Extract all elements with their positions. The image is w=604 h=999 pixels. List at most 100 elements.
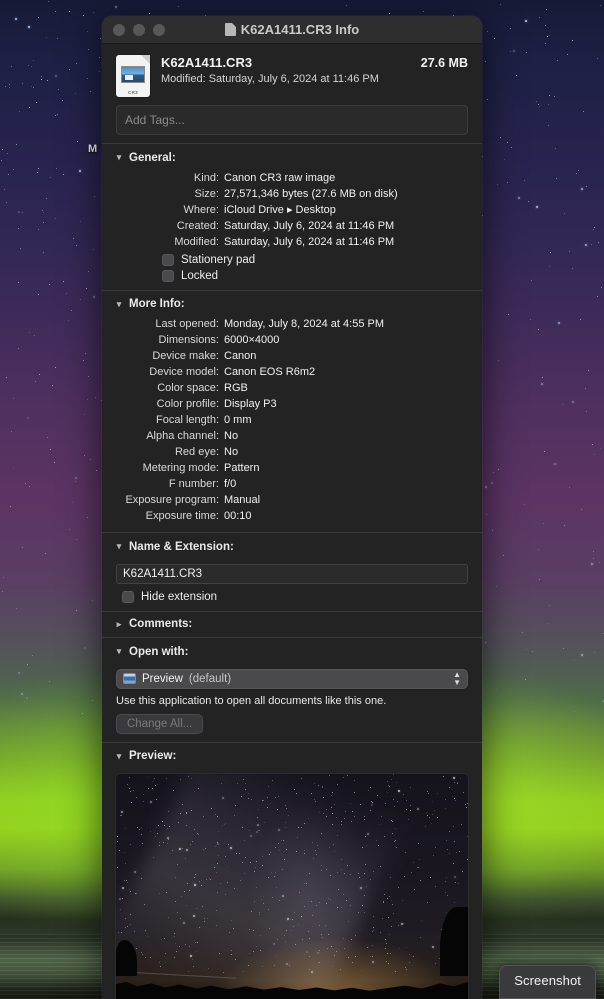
- exposure-program-value: Manual: [224, 494, 261, 506]
- open-with-app-name: Preview: [142, 672, 183, 685]
- table-row: Created: Saturday, July 6, 2024 at 11:46…: [116, 218, 468, 234]
- chevron-down-icon[interactable]: ▾: [114, 152, 124, 163]
- table-row: Metering mode: Pattern: [116, 460, 468, 476]
- chevron-down-icon[interactable]: ▾: [114, 646, 124, 657]
- window-titlebar[interactable]: K62A1411.CR3 Info: [102, 16, 482, 44]
- get-info-window[interactable]: K62A1411.CR3 Info CR3 K62A1411.CR3 27.6 …: [102, 16, 482, 999]
- minimize-button[interactable]: [133, 23, 145, 36]
- traffic-light-buttons[interactable]: [102, 23, 165, 36]
- f-number-label: F number:: [168, 478, 219, 490]
- where-value: iCloud Drive ▸ Desktop: [224, 203, 336, 216]
- file-name-input-value: K62A1411.CR3: [123, 567, 203, 580]
- section-preview-header[interactable]: ▾ Preview:: [102, 748, 482, 764]
- exposure-time-label: Exposure time:: [145, 510, 219, 522]
- size-value: 27,571,346 bytes (27.6 MB on disk): [224, 187, 398, 200]
- device-make-value: Canon: [224, 350, 257, 362]
- table-row: Color space: RGB: [116, 380, 468, 396]
- section-open-with-title: Open with:: [129, 645, 189, 658]
- last-opened-value: Monday, July 8, 2024 at 4:55 PM: [224, 318, 384, 330]
- close-button[interactable]: [113, 23, 125, 36]
- change-all-button[interactable]: Change All...: [116, 713, 204, 734]
- screenshot-button[interactable]: Screenshot: [499, 965, 596, 999]
- modified-row-label: Modified:: [174, 235, 219, 248]
- last-opened-label: Last opened:: [155, 318, 219, 330]
- general-properties-table: Kind: Canon CR3 raw image Size: 27,571,3…: [116, 170, 468, 250]
- chevron-right-icon[interactable]: ▸: [114, 619, 124, 630]
- alpha-channel-label: Alpha channel:: [146, 430, 219, 442]
- dimensions-value: 6000×4000: [224, 334, 280, 346]
- metering-mode-value: Pattern: [224, 462, 260, 474]
- desktop-icon-label[interactable]: M: [88, 143, 97, 155]
- table-row: Color profile: Display P3: [116, 396, 468, 412]
- open-with-select[interactable]: Preview (default) ▲ ▼: [116, 668, 468, 689]
- section-name-extension: ▾ Name & Extension: K62A1411.CR3 Hide ex…: [102, 533, 482, 611]
- section-open-with: ▾ Open with: Preview (default) ▲ ▼ Use th…: [102, 638, 482, 742]
- locked-checkbox-row[interactable]: Locked: [162, 269, 468, 282]
- color-space-value: RGB: [224, 382, 248, 394]
- section-open-with-header[interactable]: ▾ Open with:: [102, 644, 482, 660]
- where-label: Where:: [183, 203, 219, 216]
- table-row: Last opened: Monday, July 8, 2024 at 4:55…: [116, 316, 468, 332]
- chevron-down-icon[interactable]: ▾: [114, 541, 124, 552]
- modified-row-value: Saturday, July 6, 2024 at 11:46 PM: [224, 235, 395, 248]
- section-name-extension-header[interactable]: ▾ Name & Extension:: [102, 539, 482, 555]
- file-size-value: 27.6 MB: [420, 56, 468, 70]
- section-general-header[interactable]: ▾ General:: [102, 150, 482, 166]
- stationery-pad-label: Stationery pad: [181, 253, 256, 266]
- alpha-channel-value: No: [224, 430, 239, 442]
- section-more-info-title: More Info:: [129, 298, 185, 310]
- file-modified-line: Modified: Saturday, July 6, 2024 at 11:4…: [161, 73, 468, 85]
- table-row: Red eye: No: [116, 444, 468, 460]
- chevron-updown-icon[interactable]: ▲ ▼: [453, 670, 461, 687]
- section-more-info-header[interactable]: ▾ More Info:: [102, 296, 482, 312]
- info-scroll-area[interactable]: CR3 K62A1411.CR3 27.6 MB Modified: Satur…: [102, 44, 482, 999]
- f-number-value: f/0: [224, 478, 237, 490]
- open-with-note: Use this application to open all documen…: [116, 694, 387, 707]
- locked-checkbox[interactable]: [162, 269, 174, 282]
- file-name-heading: K62A1411.CR3: [161, 55, 253, 70]
- section-comments: ▸ Comments:: [102, 611, 482, 637]
- modified-value: Saturday, July 6, 2024 at 11:46 PM: [208, 73, 379, 85]
- device-make-label: Device make:: [152, 350, 219, 362]
- color-profile-label: Color profile:: [156, 398, 219, 410]
- section-name-extension-title: Name & Extension:: [129, 540, 234, 553]
- add-tags-input[interactable]: Add Tags...: [116, 105, 468, 135]
- table-row: Modified: Saturday, July 6, 2024 at 11:4…: [116, 234, 468, 250]
- table-row: F number: f/0: [116, 476, 468, 492]
- red-eye-label: Red eye:: [174, 446, 219, 458]
- table-row: Where: iCloud Drive ▸ Desktop: [116, 202, 468, 218]
- color-profile-value: Display P3: [224, 398, 277, 410]
- chevron-down-icon[interactable]: ▾: [114, 751, 124, 762]
- table-row: Exposure time: 00:10: [116, 508, 468, 524]
- metering-mode-label: Metering mode:: [142, 462, 219, 474]
- hide-extension-label: Hide extension: [141, 590, 218, 603]
- table-row: Device model: Canon EOS R6m2: [116, 364, 468, 380]
- stationery-pad-checkbox-row[interactable]: Stationery pad: [162, 253, 468, 266]
- device-model-value: Canon EOS R6m2: [224, 366, 316, 378]
- file-header: CR3 K62A1411.CR3 27.6 MB Modified: Satur…: [102, 44, 482, 105]
- exposure-program-label: Exposure program:: [125, 494, 219, 506]
- kind-value: Canon CR3 raw image: [224, 171, 336, 184]
- stationery-pad-checkbox[interactable]: [162, 253, 174, 266]
- table-row: Size: 27,571,346 bytes (27.6 MB on disk): [116, 186, 468, 202]
- file-icon[interactable]: CR3: [116, 55, 150, 97]
- section-preview-title: Preview:: [129, 750, 177, 762]
- hide-extension-row[interactable]: Hide extension: [122, 590, 468, 603]
- red-eye-value: No: [224, 446, 239, 458]
- dimensions-label: Dimensions:: [158, 334, 219, 346]
- zoom-button[interactable]: [153, 23, 165, 36]
- preview-image[interactable]: [116, 774, 468, 999]
- file-name-input[interactable]: K62A1411.CR3: [116, 563, 468, 584]
- color-space-label: Color space:: [157, 382, 219, 394]
- size-label: Size:: [194, 187, 219, 200]
- hide-extension-checkbox[interactable]: [122, 590, 134, 603]
- table-row: Exposure program: Manual: [116, 492, 468, 508]
- created-label: Created:: [176, 219, 219, 232]
- chevron-down-icon[interactable]: ▾: [114, 299, 124, 310]
- file-icon-thumbnail: [121, 66, 145, 83]
- more-info-properties-table: Last opened: Monday, July 8, 2024 at 4:55…: [116, 316, 468, 524]
- section-comments-header[interactable]: ▸ Comments:: [102, 616, 482, 632]
- table-row: Device make: Canon: [116, 348, 468, 364]
- device-model-label: Device model:: [149, 366, 219, 378]
- created-value: Saturday, July 6, 2024 at 11:46 PM: [224, 219, 395, 232]
